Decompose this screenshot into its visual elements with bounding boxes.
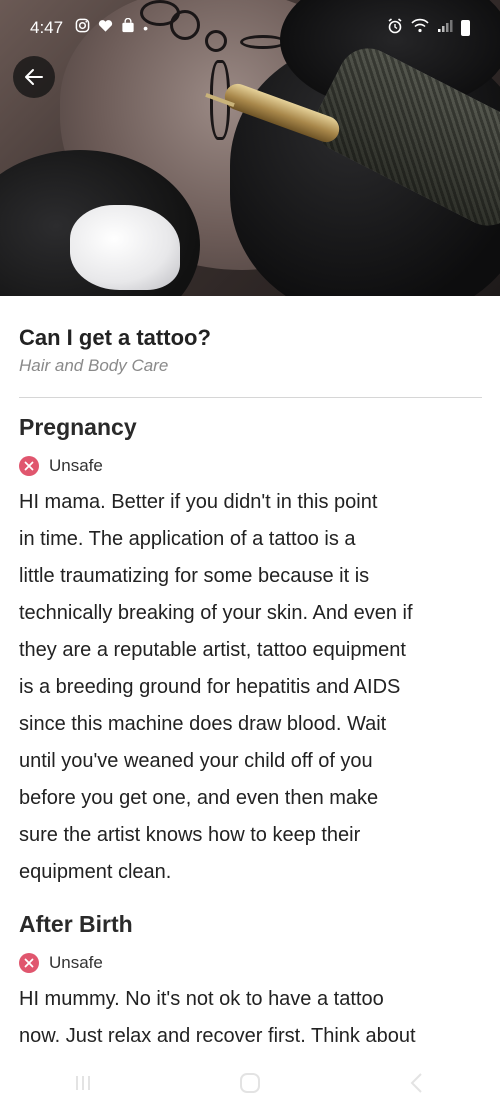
body-line: HI mummy. No it's not ok to have a tatto… — [19, 988, 384, 1010]
wifi-icon — [411, 18, 429, 38]
article-content: Can I get a tattoo? Hair and Body Care P… — [19, 296, 482, 1055]
section-pregnancy: Pregnancy Unsafe HI mama. Better if you … — [19, 412, 482, 891]
status-bar: 4:47 • — [0, 0, 500, 56]
status-time: 4:47 — [30, 18, 64, 37]
body-line: equipment clean. — [19, 861, 172, 883]
heart-icon — [98, 19, 113, 38]
recent-apps-icon — [76, 1076, 91, 1090]
shopping-bag-icon — [121, 17, 135, 38]
back-nav-icon — [410, 1073, 422, 1093]
back-nav-button[interactable] — [397, 1063, 437, 1103]
body-line: until you've weaned your child off of yo… — [19, 750, 373, 772]
section-body: HI mama. Better if you didn't in this po… — [19, 484, 482, 891]
status-label: Unsafe — [49, 953, 103, 972]
status-label: Unsafe — [49, 456, 103, 475]
body-line: before you get one, and even then make — [19, 787, 379, 809]
system-nav-bar — [0, 1058, 500, 1108]
category-label: Hair and Body Care — [19, 356, 169, 375]
body-line: HI mama. Better if you didn't in this po… — [19, 491, 378, 513]
divider — [19, 397, 482, 398]
recent-apps-button[interactable] — [63, 1063, 103, 1103]
home-button[interactable] — [230, 1063, 270, 1103]
body-line: sure the artist knows how to keep their — [19, 824, 361, 846]
section-title: After Birth — [19, 911, 133, 937]
dot-icon: • — [143, 20, 148, 36]
body-line: technically breaking of your skin. And e… — [19, 602, 413, 624]
status-row: Unsafe — [19, 951, 482, 975]
page-title: Can I get a tattoo? — [19, 325, 211, 350]
body-line: since this machine does draw blood. Wait — [19, 713, 387, 735]
home-icon — [239, 1073, 260, 1093]
section-title: Pregnancy — [19, 414, 137, 440]
alarm-icon — [387, 17, 403, 39]
body-line: they are a reputable artist, tattoo equi… — [19, 639, 406, 661]
unsafe-icon — [19, 456, 39, 476]
status-row: Unsafe — [19, 454, 482, 478]
unsafe-icon — [19, 953, 39, 973]
signal-icon — [437, 18, 453, 38]
body-line: is a breeding ground for hepatitis and A… — [19, 676, 401, 698]
body-line: in time. The application of a tattoo is … — [19, 528, 356, 550]
instagram-icon — [75, 18, 90, 38]
section-after-birth: After Birth Unsafe HI mummy. No it's not… — [19, 909, 482, 1055]
body-line: little traumatizing for some because it … — [19, 565, 370, 587]
battery-icon — [461, 20, 470, 36]
arrow-left-icon — [25, 69, 43, 85]
back-button[interactable] — [13, 56, 55, 98]
